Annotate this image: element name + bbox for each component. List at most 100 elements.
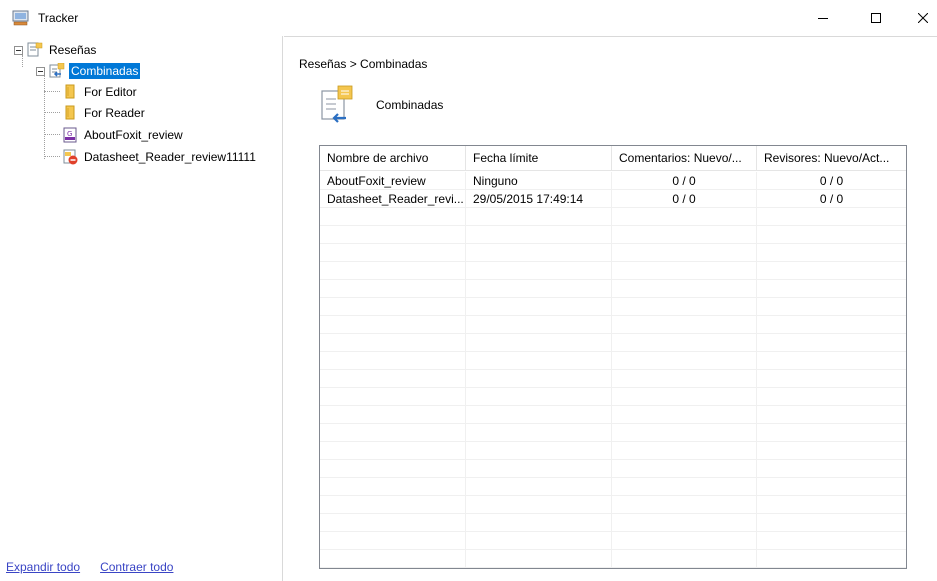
- maximize-icon: [871, 13, 881, 23]
- empty-cell: [757, 478, 906, 496]
- close-icon: [918, 13, 928, 23]
- cell-comments: 0 / 0: [612, 172, 757, 190]
- empty-cell: [612, 370, 757, 388]
- empty-cell: [320, 478, 466, 496]
- empty-cell: [757, 244, 906, 262]
- empty-cell: [612, 280, 757, 298]
- empty-cell: [466, 424, 612, 442]
- tree-item-label: Datasheet_Reader_review11111: [84, 150, 256, 164]
- empty-cell: [320, 316, 466, 334]
- tree-links: Expandir todo Contraer todo: [6, 560, 173, 574]
- empty-row: [320, 496, 906, 514]
- tree-connector: [44, 156, 60, 157]
- empty-cell: [320, 370, 466, 388]
- tree-item-label: For Editor: [84, 85, 137, 99]
- empty-cell: [320, 550, 466, 568]
- folder-icon: [62, 84, 78, 100]
- empty-cell: [466, 280, 612, 298]
- combined-folder-icon: [49, 62, 65, 79]
- tree-item-datasheet-reader-review[interactable]: Datasheet_Reader_review11111: [62, 147, 258, 167]
- content-panel: Reseñas > Combinadas Combinadas Nombre d…: [284, 36, 937, 581]
- collapse-icon[interactable]: [36, 66, 45, 76]
- expand-all-link[interactable]: Expandir todo: [6, 560, 80, 574]
- table-row[interactable]: Datasheet_Reader_revi... 29/05/2015 17:4…: [320, 190, 906, 208]
- empty-row: [320, 298, 906, 316]
- column-header-comments[interactable]: Comentarios: Nuevo/...: [612, 146, 757, 171]
- empty-cell: [466, 244, 612, 262]
- empty-row: [320, 406, 906, 424]
- empty-cell: [612, 208, 757, 226]
- tree-item-for-reader[interactable]: For Reader: [62, 103, 147, 123]
- tree-item-aboutfoxit-review[interactable]: G AboutFoxit_review: [62, 125, 185, 145]
- tree-connector: [44, 134, 60, 135]
- empty-row: [320, 442, 906, 460]
- empty-cell: [612, 334, 757, 352]
- empty-row: [320, 280, 906, 298]
- tree-panel: Reseñas Combinadas For Editor For Reader…: [0, 36, 283, 581]
- empty-cell: [320, 298, 466, 316]
- empty-cell: [757, 532, 906, 550]
- combined-folder-icon: [320, 85, 354, 125]
- empty-row: [320, 262, 906, 280]
- empty-cell: [320, 460, 466, 478]
- empty-cell: [320, 280, 466, 298]
- tree-item-label: AboutFoxit_review: [84, 128, 183, 142]
- empty-cell: [320, 514, 466, 532]
- empty-cell: [612, 226, 757, 244]
- tree-item-resenas[interactable]: Reseñas: [14, 40, 98, 60]
- empty-cell: [757, 442, 906, 460]
- empty-row: [320, 532, 906, 550]
- empty-cell: [320, 496, 466, 514]
- collapse-icon[interactable]: [14, 45, 23, 55]
- maximize-button[interactable]: [853, 0, 899, 36]
- empty-cell: [757, 388, 906, 406]
- minimize-button[interactable]: [800, 0, 846, 36]
- empty-row: [320, 208, 906, 226]
- empty-row: [320, 244, 906, 262]
- empty-row: [320, 226, 906, 244]
- column-header-file-name[interactable]: Nombre de archivo: [320, 146, 466, 171]
- empty-cell: [320, 262, 466, 280]
- empty-cell: [757, 370, 906, 388]
- empty-cell: [612, 496, 757, 514]
- empty-cell: [320, 352, 466, 370]
- empty-row: [320, 550, 906, 568]
- tree-connector: [44, 91, 60, 92]
- column-header-due-date[interactable]: Fecha límite: [466, 146, 612, 171]
- window-title: Tracker: [38, 11, 79, 25]
- empty-cell: [757, 262, 906, 280]
- cell-file-name: AboutFoxit_review: [320, 172, 466, 190]
- close-button[interactable]: [900, 0, 937, 36]
- empty-cell: [612, 442, 757, 460]
- files-table[interactable]: Nombre de archivo Fecha límite Comentari…: [319, 145, 907, 569]
- table-header: Nombre de archivo Fecha límite Comentari…: [320, 146, 906, 171]
- empty-cell: [612, 460, 757, 478]
- reviews-icon: [27, 42, 43, 58]
- empty-cell: [466, 388, 612, 406]
- empty-cell: [612, 550, 757, 568]
- empty-cell: [466, 334, 612, 352]
- empty-cell: [757, 550, 906, 568]
- tree-item-label: For Reader: [84, 106, 145, 120]
- tracker-app-icon: [12, 10, 30, 26]
- tree-connector: [44, 112, 60, 113]
- collapse-all-link[interactable]: Contraer todo: [100, 560, 173, 574]
- column-header-reviewers[interactable]: Revisores: Nuevo/Act...: [757, 146, 906, 171]
- empty-cell: [757, 316, 906, 334]
- empty-row: [320, 316, 906, 334]
- empty-row: [320, 424, 906, 442]
- table-row[interactable]: AboutFoxit_review Ninguno 0 / 0 0 / 0: [320, 172, 906, 190]
- tree-item-for-editor[interactable]: For Editor: [62, 82, 139, 102]
- empty-cell: [320, 532, 466, 550]
- empty-cell: [320, 424, 466, 442]
- empty-cell: [320, 244, 466, 262]
- empty-cell: [466, 298, 612, 316]
- empty-cell: [757, 226, 906, 244]
- empty-cell: [612, 406, 757, 424]
- tree-item-combinadas[interactable]: Combinadas: [36, 61, 141, 81]
- cell-due-date: Ninguno: [466, 172, 612, 190]
- pdf-file-icon: G: [62, 127, 78, 143]
- empty-cell: [757, 280, 906, 298]
- pdf-error-file-icon: [62, 149, 78, 165]
- empty-cell: [466, 406, 612, 424]
